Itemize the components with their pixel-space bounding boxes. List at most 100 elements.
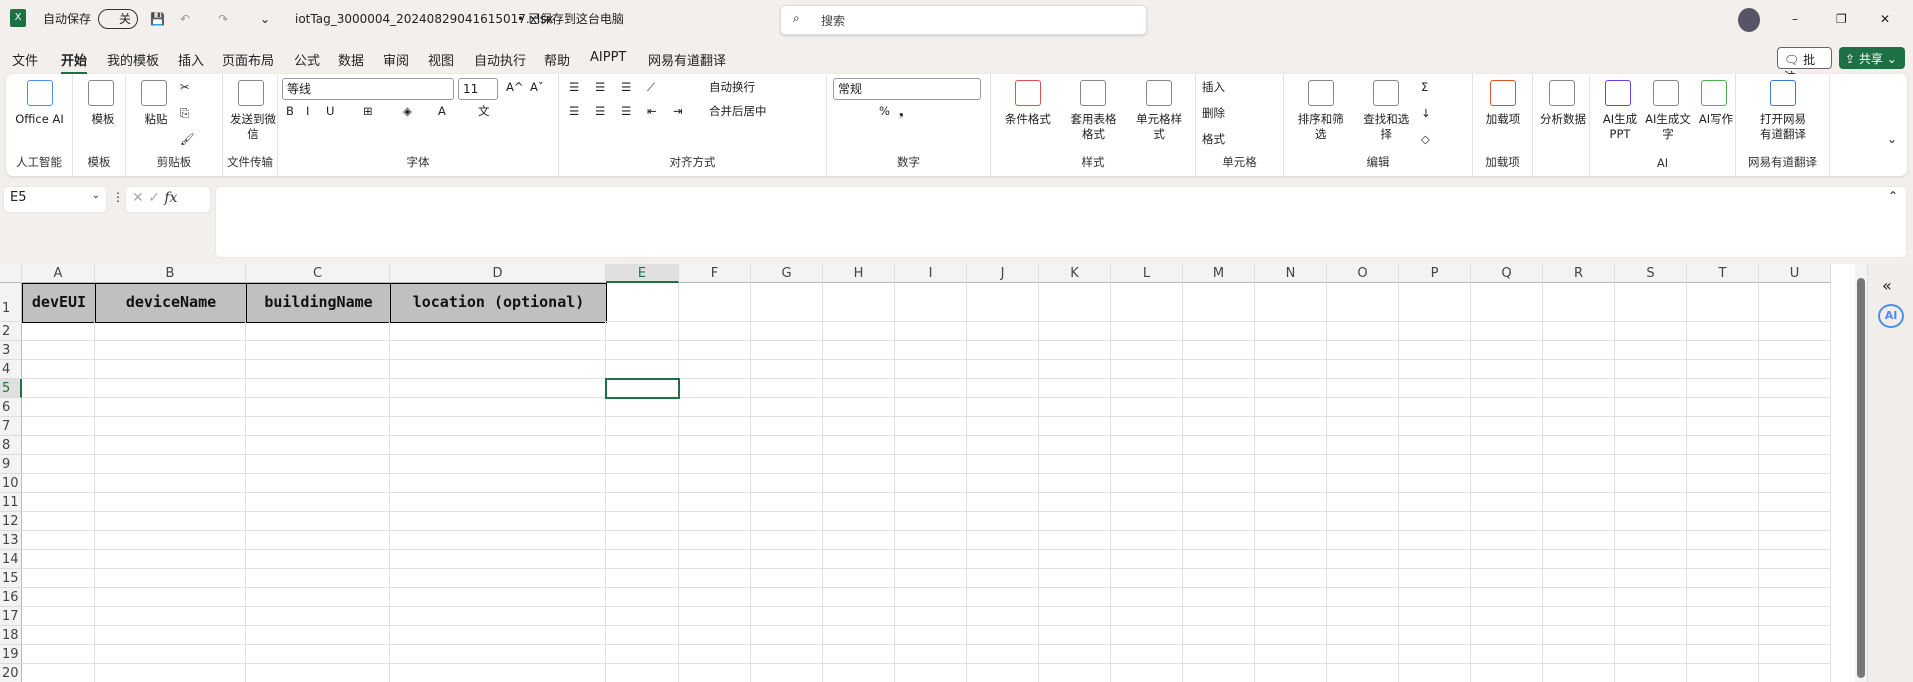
- cell-H4[interactable]: [823, 360, 895, 379]
- font-size-select[interactable]: 11: [458, 78, 498, 100]
- alignment-icon[interactable]: ☰: [621, 102, 631, 120]
- cell-F16[interactable]: [679, 588, 751, 607]
- cell-D17[interactable]: [390, 607, 606, 626]
- cell-C20[interactable]: [246, 664, 390, 682]
- undo-icon[interactable]: ↶: [180, 10, 190, 28]
- cell-G13[interactable]: [751, 531, 823, 550]
- cell-D3[interactable]: [390, 341, 606, 360]
- cell-I18[interactable]: [895, 626, 967, 645]
- cell-K9[interactable]: [1039, 455, 1111, 474]
- column-header-P[interactable]: P: [1399, 264, 1471, 283]
- cell-M12[interactable]: [1183, 512, 1255, 531]
- cell-T19[interactable]: [1687, 645, 1759, 664]
- cell-G7[interactable]: [751, 417, 823, 436]
- cell-C4[interactable]: [246, 360, 390, 379]
- cell-U8[interactable]: [1759, 436, 1831, 455]
- cell-A6[interactable]: [22, 398, 95, 417]
- cell-J14[interactable]: [967, 550, 1039, 569]
- analyze-data-button[interactable]: 分析数据: [1537, 80, 1586, 127]
- cell-J9[interactable]: [967, 455, 1039, 474]
- collapse-pane-icon[interactable]: «: [1882, 276, 1892, 295]
- cell-S11[interactable]: [1615, 493, 1687, 512]
- cell-J16[interactable]: [967, 588, 1039, 607]
- cell-B9[interactable]: [95, 455, 246, 474]
- cell-T1[interactable]: [1687, 283, 1759, 322]
- cell-O3[interactable]: [1327, 341, 1399, 360]
- office-ai-button[interactable]: Office AI: [10, 80, 69, 127]
- cell-A19[interactable]: [22, 645, 95, 664]
- cell-N15[interactable]: [1255, 569, 1327, 588]
- alignment-icon[interactable]: ☰: [595, 102, 605, 120]
- cell-U3[interactable]: [1759, 341, 1831, 360]
- cell-N6[interactable]: [1255, 398, 1327, 417]
- cell-P11[interactable]: [1399, 493, 1471, 512]
- row-header-6[interactable]: 6: [0, 398, 22, 417]
- cell-M3[interactable]: [1183, 341, 1255, 360]
- cell-L18[interactable]: [1111, 626, 1183, 645]
- alignment-icon[interactable]: ☰: [595, 78, 605, 96]
- autosave-toggle[interactable]: 关: [98, 9, 138, 29]
- cell-O19[interactable]: [1327, 645, 1399, 664]
- cell-A17[interactable]: [22, 607, 95, 626]
- tab-10[interactable]: 帮助: [544, 50, 570, 69]
- cell-N14[interactable]: [1255, 550, 1327, 569]
- cell-E10[interactable]: [606, 474, 679, 493]
- cell-Q17[interactable]: [1471, 607, 1543, 626]
- row-header-7[interactable]: 7: [0, 417, 22, 436]
- cell-L9[interactable]: [1111, 455, 1183, 474]
- cell-Q15[interactable]: [1471, 569, 1543, 588]
- cell-B5[interactable]: [95, 379, 246, 398]
- tab-1[interactable]: 开始: [61, 50, 88, 74]
- cell-C6[interactable]: [246, 398, 390, 417]
- cell-H1[interactable]: [823, 283, 895, 322]
- cell-J20[interactable]: [967, 664, 1039, 682]
- cell-R3[interactable]: [1543, 341, 1615, 360]
- cell-B14[interactable]: [95, 550, 246, 569]
- cell-I7[interactable]: [895, 417, 967, 436]
- cell-U17[interactable]: [1759, 607, 1831, 626]
- cell-J17[interactable]: [967, 607, 1039, 626]
- cell-B19[interactable]: [95, 645, 246, 664]
- cell-L14[interactable]: [1111, 550, 1183, 569]
- cell-P8[interactable]: [1399, 436, 1471, 455]
- alignment-icon[interactable]: ⇤: [647, 102, 657, 120]
- cell-M6[interactable]: [1183, 398, 1255, 417]
- format-cells-button[interactable]: 格式: [1202, 130, 1225, 148]
- cell-G15[interactable]: [751, 569, 823, 588]
- cell-M1[interactable]: [1183, 283, 1255, 322]
- tab-12[interactable]: 网易有道翻译: [648, 50, 726, 69]
- cell-E2[interactable]: [606, 322, 679, 341]
- cell-C2[interactable]: [246, 322, 390, 341]
- delete-cells-button[interactable]: 删除: [1202, 104, 1225, 122]
- cell-R4[interactable]: [1543, 360, 1615, 379]
- cell-I1[interactable]: [895, 283, 967, 322]
- cell-E18[interactable]: [606, 626, 679, 645]
- cell-C14[interactable]: [246, 550, 390, 569]
- cell-P10[interactable]: [1399, 474, 1471, 493]
- row-header-2[interactable]: 2: [0, 322, 22, 341]
- cell-I9[interactable]: [895, 455, 967, 474]
- cell-S18[interactable]: [1615, 626, 1687, 645]
- cell-R11[interactable]: [1543, 493, 1615, 512]
- cell-A10[interactable]: [22, 474, 95, 493]
- cell-S3[interactable]: [1615, 341, 1687, 360]
- comments-button[interactable]: 🗨 批注: [1777, 47, 1832, 84]
- cell-O20[interactable]: [1327, 664, 1399, 682]
- column-header-F[interactable]: F: [679, 264, 751, 283]
- cell-B10[interactable]: [95, 474, 246, 493]
- cell-G12[interactable]: [751, 512, 823, 531]
- cell-N3[interactable]: [1255, 341, 1327, 360]
- cell-S17[interactable]: [1615, 607, 1687, 626]
- column-header-D[interactable]: D: [390, 264, 606, 283]
- cell-R2[interactable]: [1543, 322, 1615, 341]
- cell-P19[interactable]: [1399, 645, 1471, 664]
- cell-A3[interactable]: [22, 341, 95, 360]
- cell-A15[interactable]: [22, 569, 95, 588]
- cell-T6[interactable]: [1687, 398, 1759, 417]
- cell-R8[interactable]: [1543, 436, 1615, 455]
- column-header-T[interactable]: T: [1687, 264, 1759, 283]
- cell-I13[interactable]: [895, 531, 967, 550]
- cell-B11[interactable]: [95, 493, 246, 512]
- cell-R14[interactable]: [1543, 550, 1615, 569]
- cell-J1[interactable]: [967, 283, 1039, 322]
